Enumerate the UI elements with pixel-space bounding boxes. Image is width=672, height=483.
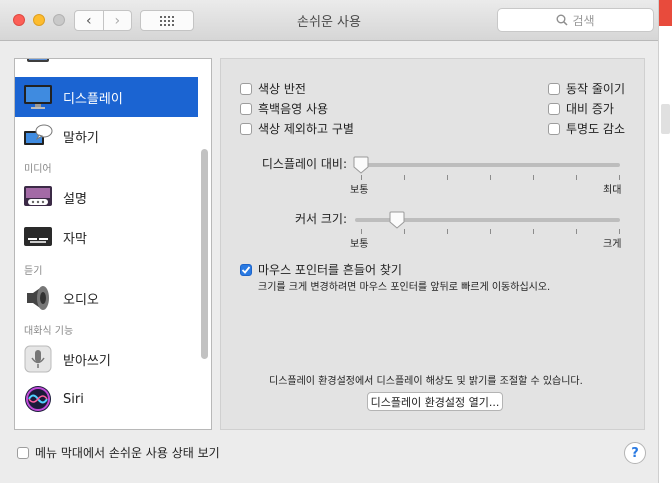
- sidebar-item-captions[interactable]: 자막: [15, 217, 198, 257]
- checkbox-label: 투명도 감소: [566, 122, 626, 136]
- background-window-edge: [658, 0, 672, 483]
- checkbox-label: 대비 증가: [566, 102, 614, 116]
- differentiate-checkbox[interactable]: 색상 제외하고 구별: [240, 120, 354, 137]
- checkbox-label: 동작 줄이기: [566, 82, 626, 96]
- sidebar-item-dictation[interactable]: 받아쓰기: [15, 339, 198, 379]
- invert-colors-checkbox[interactable]: 색상 반전: [240, 80, 306, 97]
- background-button-fragment: [661, 104, 670, 134]
- preferences-window: ‹ › 손쉬운 사용 검색 디스플레이 말하기 미디어 설명 자막 듣기 오디오…: [0, 0, 658, 483]
- shake-to-locate-checkbox[interactable]: 마우스 포인터를 흔들어 찾기: [240, 261, 402, 278]
- partial-icon: [23, 59, 53, 72]
- sidebar-item-label: 설명: [63, 191, 87, 207]
- descriptions-icon: [23, 182, 53, 212]
- checkbox-label: 마우스 포인터를 흔들어 찾기: [258, 263, 402, 277]
- sidebar-item-label: 받아쓰기: [63, 353, 111, 369]
- sidebar-header-media: 미디어: [24, 164, 52, 175]
- microphone-icon: [23, 344, 53, 374]
- cursor-slider-thumb[interactable]: [389, 211, 405, 229]
- sidebar-item-audio[interactable]: 오디오: [15, 278, 198, 318]
- slider-tick: [490, 175, 491, 180]
- speech-icon: [23, 121, 53, 151]
- show-in-menu-bar-checkbox[interactable]: 메뉴 막대에서 손쉬운 사용 상태 보기: [17, 444, 220, 461]
- sidebar-item-label: Siri: [63, 391, 84, 407]
- slider-tick: [447, 229, 448, 234]
- checkbox-box: [17, 446, 29, 459]
- sidebar-item-siri[interactable]: Siri: [15, 379, 198, 419]
- search-placeholder: 검색: [572, 13, 595, 28]
- slider-tick: [404, 175, 405, 180]
- checkbox-box: [548, 102, 560, 115]
- checkbox-box: [240, 102, 252, 115]
- captions-icon: [23, 222, 53, 252]
- category-sidebar: 디스플레이 말하기 미디어 설명 자막 듣기 오디오 대화식 기능 받아쓰기 S…: [14, 58, 212, 430]
- open-display-preferences-button[interactable]: 디스플레이 환경설정 열기...: [367, 392, 503, 411]
- siri-icon: [23, 384, 53, 414]
- search-icon: [556, 14, 568, 26]
- checkbox-label: 흑백음영 사용: [258, 102, 329, 116]
- display-settings-panel: 색상 반전 흑백음영 사용 색상 제외하고 구별 동작 줄이기 대비 증가 투명…: [220, 58, 645, 430]
- sidebar-item-partial[interactable]: [15, 59, 198, 77]
- contrast-max-label: 최대: [603, 185, 622, 196]
- cursor-min-label: 보통: [350, 239, 369, 250]
- contrast-label: 디스플레이 대비:: [261, 157, 347, 171]
- search-field[interactable]: 검색: [497, 8, 654, 32]
- increase-contrast-checkbox[interactable]: 대비 증가: [548, 100, 614, 117]
- slider-tick: [619, 229, 620, 234]
- checkbox-box: [548, 122, 560, 135]
- checkbox-box: [240, 122, 252, 135]
- checkbox-box: [240, 263, 252, 276]
- sidebar-item-label: 디스플레이: [63, 91, 123, 107]
- checkbox-box: [548, 82, 560, 95]
- slider-tick: [404, 229, 405, 234]
- sidebar-item-label: 자막: [63, 231, 87, 247]
- title-bar: ‹ › 손쉬운 사용 검색: [0, 0, 658, 41]
- contrast-slider-track[interactable]: [355, 163, 620, 167]
- sidebar-item-label: 말하기: [63, 130, 99, 146]
- slider-tick: [576, 175, 577, 180]
- slider-tick: [447, 175, 448, 180]
- checkbox-box: [240, 82, 252, 95]
- slider-tick: [533, 229, 534, 234]
- checkmark-icon: [241, 265, 251, 274]
- sidebar-scrollbar[interactable]: [201, 149, 208, 359]
- checkbox-label: 메뉴 막대에서 손쉬운 사용 상태 보기: [35, 446, 220, 460]
- slider-tick: [361, 175, 362, 180]
- sidebar-item-descriptions[interactable]: 설명: [15, 177, 198, 217]
- slider-tick: [490, 229, 491, 234]
- cursor-max-label: 크게: [603, 239, 622, 250]
- help-button[interactable]: ?: [624, 442, 646, 464]
- sidebar-header-hearing: 듣기: [24, 266, 43, 277]
- reduce-transparency-checkbox[interactable]: 투명도 감소: [548, 120, 625, 137]
- slider-tick: [619, 175, 620, 180]
- sidebar-item-speech[interactable]: 말하기: [15, 116, 198, 156]
- sidebar-header-interaction: 대화식 기능: [24, 326, 74, 337]
- contrast-slider-thumb[interactable]: [353, 156, 369, 174]
- shake-hint-text: 크기를 크게 변경하려면 마우스 포인터를 앞뒤로 빠르게 이동하십시오.: [258, 282, 551, 293]
- grayscale-checkbox[interactable]: 흑백음영 사용: [240, 100, 328, 117]
- reduce-motion-checkbox[interactable]: 동작 줄이기: [548, 80, 625, 97]
- speaker-icon: [23, 283, 53, 313]
- checkbox-label: 색상 제외하고 구별: [258, 122, 354, 136]
- contrast-min-label: 보통: [350, 185, 369, 196]
- slider-tick: [576, 229, 577, 234]
- background-red-element: [659, 0, 672, 26]
- cursor-size-label: 커서 크기:: [294, 212, 347, 226]
- sidebar-item-display[interactable]: 디스플레이: [15, 77, 198, 117]
- display-prefs-info-text: 디스플레이 환경설정에서 디스플레이 해상도 및 밝기를 조절할 수 있습니다.: [269, 376, 583, 387]
- slider-tick: [361, 229, 362, 234]
- slider-tick: [533, 175, 534, 180]
- display-icon: [23, 82, 53, 112]
- sidebar-item-label: 오디오: [63, 292, 99, 308]
- checkbox-label: 색상 반전: [258, 82, 306, 96]
